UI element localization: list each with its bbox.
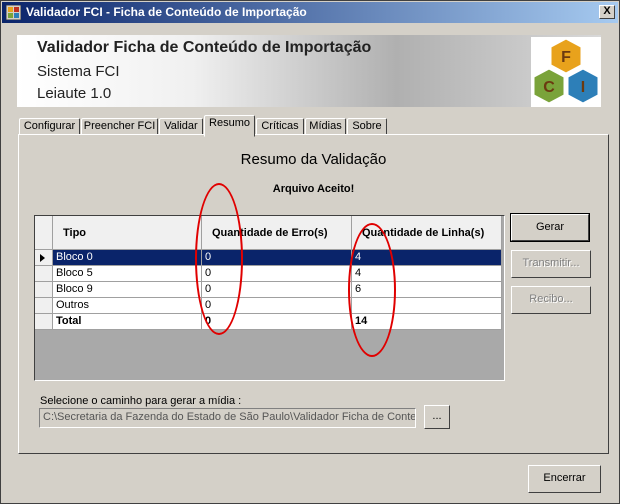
- validation-status: Arquivo Aceito!: [272, 183, 355, 195]
- tab-resumo[interactable]: Resumo: [204, 115, 255, 137]
- row-header[interactable]: [35, 298, 53, 314]
- total-cell-tipo[interactable]: Total: [53, 314, 202, 330]
- table-row-cell-tipo[interactable]: Bloco 0: [53, 250, 202, 266]
- path-label: Selecione o caminho para gerar a mídia :: [40, 395, 242, 407]
- annotation-ellipse-linhas: [348, 223, 396, 357]
- recibo-button[interactable]: Recibo...: [511, 286, 591, 314]
- fci-logo: F C I: [531, 37, 601, 107]
- window-title: Validador FCI - Ficha de Conteúdo de Imp…: [26, 5, 307, 19]
- transmitir-button[interactable]: Transmitir...: [511, 250, 591, 278]
- table-row-cell-tipo[interactable]: Bloco 5: [53, 266, 202, 282]
- browse-button[interactable]: ...: [424, 405, 450, 429]
- summary-grid[interactable]: Tipo Quantidade de Erro(s) Quantidade de…: [34, 215, 505, 381]
- resumo-title: Resumo da Validação: [240, 151, 387, 168]
- row-header[interactable]: [35, 314, 53, 330]
- resumo-panel: Resumo da Validação Arquivo Aceito! Tipo…: [18, 134, 609, 454]
- app-window: Validador FCI - Ficha de Conteúdo de Imp…: [0, 0, 620, 504]
- annotation-ellipse-erros: [195, 183, 243, 335]
- header-banner: Validador Ficha de Conteúdo de Importaçã…: [17, 35, 601, 107]
- logo-letter-f: F: [561, 49, 571, 66]
- column-header-tipo[interactable]: Tipo: [53, 216, 202, 250]
- logo-letter-i: I: [581, 79, 585, 96]
- logo-letter-c: C: [543, 79, 555, 96]
- layout-version: Leiaute 1.0: [37, 85, 112, 102]
- row-header[interactable]: [35, 266, 53, 282]
- path-input[interactable]: C:\Secretaria da Fazenda do Estado de Sã…: [39, 408, 416, 428]
- close-window-button[interactable]: X: [599, 5, 615, 19]
- gerar-button[interactable]: Gerar: [510, 213, 590, 242]
- app-icon: [6, 5, 21, 20]
- title-bar[interactable]: Validador FCI - Ficha de Conteúdo de Imp…: [2, 2, 618, 23]
- encerrar-button[interactable]: Encerrar: [528, 465, 601, 493]
- grid-body: Tipo Quantidade de Erro(s) Quantidade de…: [35, 216, 504, 380]
- close-icon: X: [603, 5, 611, 17]
- row-header[interactable]: [35, 282, 53, 298]
- app-heading: Validador Ficha de Conteúdo de Importaçã…: [37, 39, 372, 56]
- grid-corner: [35, 216, 53, 250]
- table-row-cell-tipo[interactable]: Outros: [53, 298, 202, 314]
- table-row-cell-tipo[interactable]: Bloco 9: [53, 282, 202, 298]
- current-row-arrow-icon: [40, 254, 45, 262]
- system-name: Sistema FCI: [37, 63, 120, 80]
- row-header-selected[interactable]: [35, 250, 53, 266]
